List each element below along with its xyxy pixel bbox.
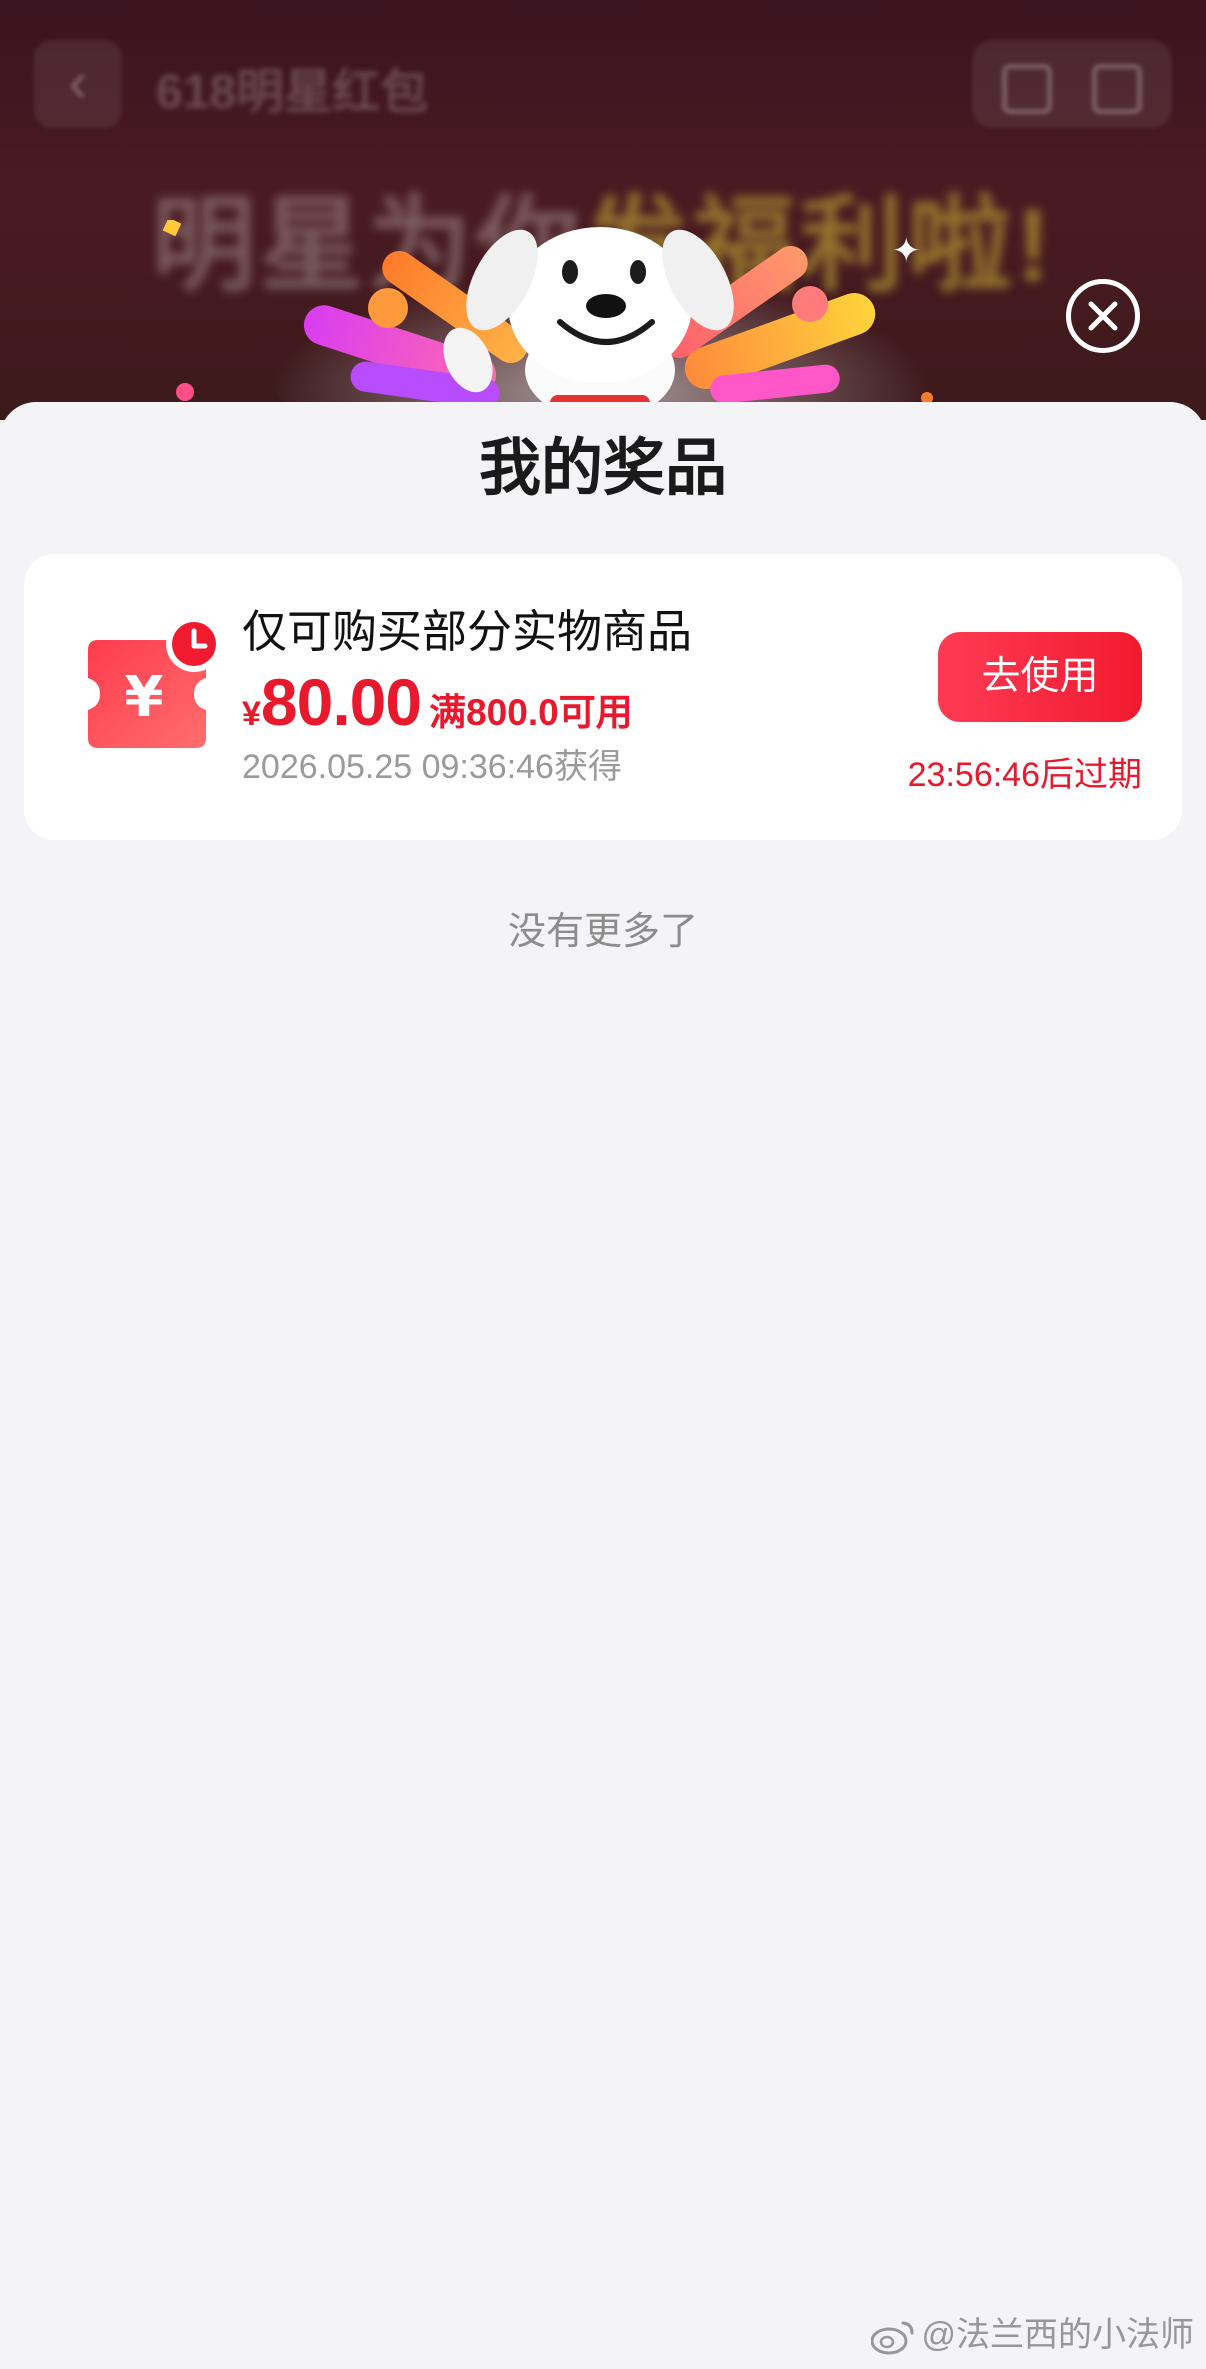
obtained-time: 2026.05.25 09:36:46获得 [242,748,622,786]
currency-symbol: ¥ [242,695,261,733]
watermark-text: @法兰西的小法师 [921,2316,1194,2354]
use-coupon-button[interactable]: 去使用 [938,632,1142,722]
prize-card: ¥ 仅可购买部分实物商品 ¥80.00 满800.0可用 2026.05.25 0… [24,554,1182,840]
prize-name: 仅可购买部分实物商品 [242,606,693,657]
home-icon [1002,64,1052,114]
svg-text:✦: ✦ [892,231,921,271]
background-nav-icons [972,40,1172,128]
chevron-left-icon: ‹ [34,40,122,128]
background-page: ‹ 618明星红包 明星为你发福利啦! ✦ [0,0,1206,420]
svg-text:¥: ¥ [125,665,164,730]
prize-value: ¥80.00 满800.0可用 [242,664,633,744]
joy-dog-mascot: ✦ [162,220,933,420]
sheet-title: 我的奖品 [478,434,727,503]
background-page-title: 618明星红包 [156,66,429,119]
no-more-text: 没有更多了 [507,911,698,953]
close-icon [1088,301,1118,331]
coupon-clock-icon: ¥ [88,616,222,748]
prize-amount: 80.00 [260,665,422,739]
watermark: @法兰西的小法师 [870,2305,1194,2365]
usage-condition: 满800.0可用 [429,692,633,733]
close-button[interactable] [1066,279,1140,353]
expire-countdown: 23:56:46后过期 [907,756,1142,794]
weibo-icon [870,2321,914,2355]
share-icon [1092,64,1142,114]
my-prizes-sheet: 我的奖品 ¥ 仅可购买部分实物商品 ¥80.00 满800.0可用 2026.05… [0,402,1206,2369]
